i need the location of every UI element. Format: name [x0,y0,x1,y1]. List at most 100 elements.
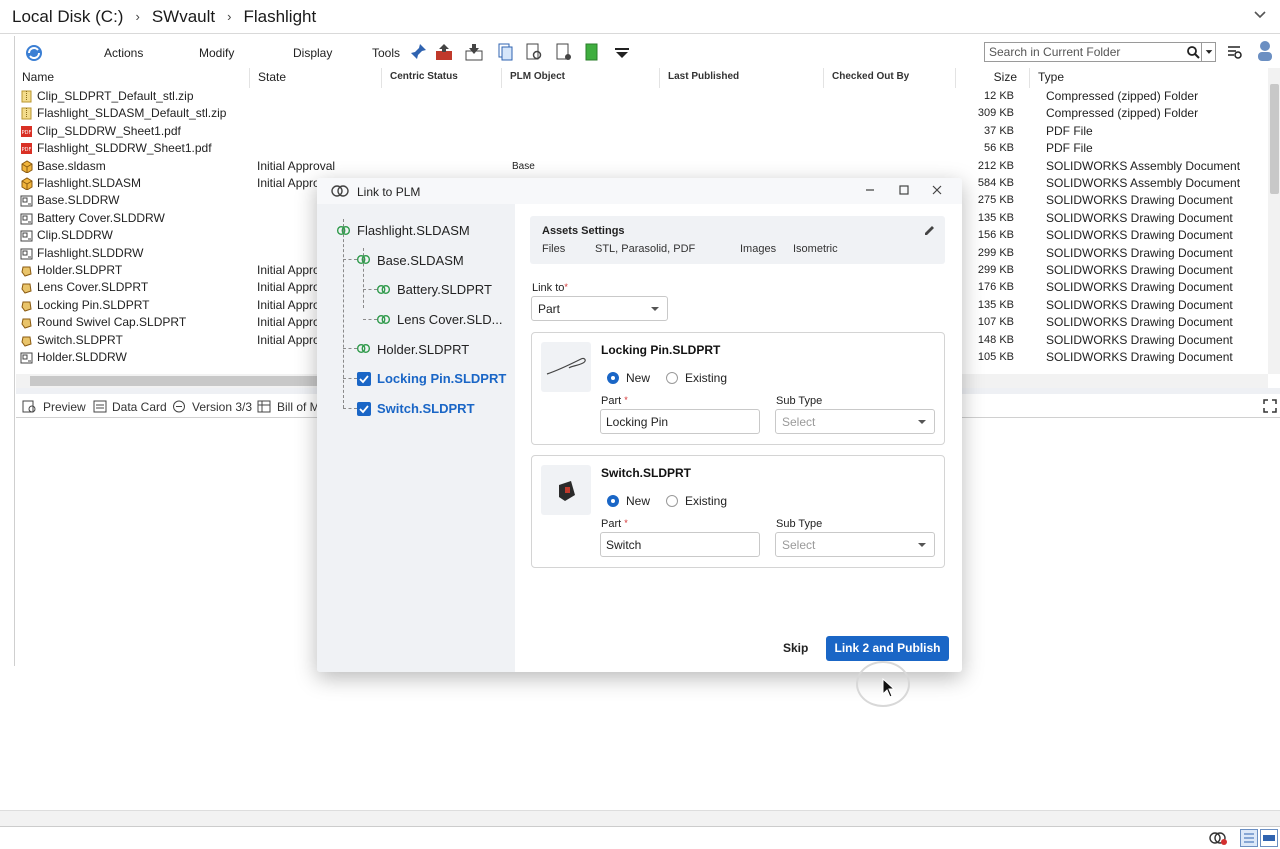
check-icon [359,405,369,414]
file-name: Flashlight.SLDDRW [37,245,144,260]
part-label-text: Part [601,518,622,530]
refresh-icon[interactable] [24,43,44,63]
search-input[interactable]: Search in Current Folder [984,42,1216,62]
svg-text:PDF: PDF [22,147,32,153]
preview-icon [22,400,36,413]
table-row[interactable]: Clip_SLDPRT_Default_stl.zip 12 KB Compress… [16,88,1268,105]
tree-node-lens-cover[interactable]: Lens Cover.SLD... [397,312,503,327]
edit-pencil-icon[interactable] [923,224,936,237]
taskbar [0,826,1280,849]
dropdown-arrow-icon[interactable] [612,42,632,62]
check-out-icon[interactable] [434,42,454,62]
checkbox-switch[interactable] [357,402,371,416]
breadcrumb-swvault[interactable]: SWvault [152,7,215,27]
column-last-published[interactable]: Last Published [660,68,824,88]
file-type: SOLIDWORKS Assembly Document [1046,158,1241,173]
search-options-caret-icon[interactable] [1201,42,1216,62]
tab-data-card[interactable]: Data Card [112,400,167,414]
tree-node-switch[interactable]: Switch.SLDPRT [377,401,475,416]
plm-link-status-icon[interactable] [1208,830,1228,846]
file-name: Locking Pin.SLDPRT [37,297,150,312]
pin-icon[interactable] [408,42,428,62]
menu-modify[interactable]: Modify [199,46,234,60]
menu-tools[interactable]: Tools [372,46,400,60]
radio-new-label[interactable]: New [626,494,650,508]
minimize-icon[interactable] [863,183,877,197]
breadcrumb-flashlight[interactable]: Flashlight [243,7,316,27]
radio-existing[interactable] [666,495,678,507]
document-settings-icon[interactable] [554,42,574,62]
user-icon[interactable] [1256,40,1274,62]
subtype-placeholder: Select [782,538,816,552]
link-to-label: Link to* [532,282,568,294]
tree-node-locking-pin[interactable]: Locking Pin.SLDPRT [377,371,506,386]
subtype-select[interactable]: Select [775,532,935,557]
tab-preview[interactable]: Preview [43,400,86,414]
skip-button[interactable]: Skip [783,641,808,655]
table-row[interactable]: PDF Flashlight_SLDDRW_Sheet1.pdf 56 KB PDF … [16,140,1268,157]
radio-existing[interactable] [666,372,678,384]
expand-icon[interactable] [1263,399,1277,413]
horizontal-scrollbar-thumb[interactable] [30,376,330,386]
file-type: SOLIDWORKS Drawing Document [1046,332,1233,347]
column-plm-object[interactable]: PLM Object [502,68,660,88]
book-icon[interactable] [582,42,602,62]
column-type[interactable]: Type [1030,68,1268,88]
tree-node-battery-sldprt[interactable]: Battery.SLDPRT [397,282,492,297]
file-name: Flashlight_SLDASM_Default_stl.zip [37,106,227,121]
table-row[interactable]: PDF Clip_SLDDRW_Sheet1.pdf 37 KB PDF File [16,123,1268,140]
file-type: Compressed (zipped) Folder [1046,106,1199,121]
menu-display[interactable]: Display [293,46,332,60]
svg-text:PDF: PDF [22,130,32,136]
required-asterisk: * [564,282,568,292]
file-type: SOLIDWORKS Drawing Document [1046,280,1233,295]
radio-new[interactable] [607,495,619,507]
copy-icon[interactable] [495,42,515,62]
part-name-input[interactable]: Switch [600,532,760,557]
radio-existing-label[interactable]: Existing [685,494,727,508]
table-row[interactable]: Flashlight_SLDASM_Default_stl.zip 309 KB C… [16,105,1268,122]
close-icon[interactable] [930,183,944,197]
file-size: 56 KB [984,142,1014,155]
link-to-select[interactable]: Part [531,296,668,321]
menu-actions[interactable]: Actions [104,46,143,60]
preview-pane-icon[interactable] [1260,829,1278,847]
tree-node-base-sldasm[interactable]: Base.SLDASM [377,253,464,268]
search-icon[interactable] [1184,42,1202,62]
column-state[interactable]: State [250,68,382,88]
column-size[interactable]: Size [956,68,1030,88]
search-document-icon[interactable] [524,42,544,62]
table-row[interactable]: Base.sldasm Initial Approval Base 212 KB SOL… [16,158,1268,175]
subtype-select[interactable]: Select [775,409,935,434]
column-name[interactable]: Name [14,68,250,88]
radio-new-label[interactable]: New [626,371,650,385]
pdf-icon: PDF [21,143,32,155]
file-state: Initial Approv [257,315,326,330]
file-type: SOLIDWORKS Drawing Document [1046,228,1233,243]
search-results-icon[interactable] [1226,43,1244,61]
details-view-icon[interactable] [1240,829,1258,847]
part-icon [21,266,32,277]
assets-files-value: STL, Parasolid, PDF [595,243,696,255]
maximize-icon[interactable] [897,183,911,197]
check-in-icon[interactable] [464,42,484,62]
assembly-tree: Flashlight.SLDASM Base.SLDASM Battery.SL… [317,204,515,672]
part-name-input[interactable]: Locking Pin [600,409,760,434]
vertical-scrollbar-thumb[interactable] [1270,84,1279,194]
tree-node-flashlight-sldasm[interactable]: Flashlight.SLDASM [357,223,470,238]
link-and-publish-button[interactable]: Link 2 and Publish [826,636,949,661]
breadcrumb-local-disk[interactable]: Local Disk (C:) [12,7,123,27]
tab-version[interactable]: Version 3/3 [192,400,252,414]
column-checked-out-by[interactable]: Checked Out By [824,68,956,88]
file-type: SOLIDWORKS Assembly Document [1046,176,1241,190]
chevron-down-icon[interactable] [1254,9,1266,21]
tree-connector [363,319,377,320]
radio-existing-label[interactable]: Existing [685,371,727,385]
card-title: Locking Pin.SLDPRT [601,343,721,357]
part-card-switch: Switch.SLDPRT New Existing Part * Switch… [531,455,945,568]
checkbox-locking-pin[interactable] [357,372,371,386]
file-size: 309 KB [977,107,1014,120]
radio-new[interactable] [607,372,619,384]
tree-node-holder-sldprt[interactable]: Holder.SLDPRT [377,342,469,357]
column-centric-status[interactable]: Centric Status [382,68,502,88]
